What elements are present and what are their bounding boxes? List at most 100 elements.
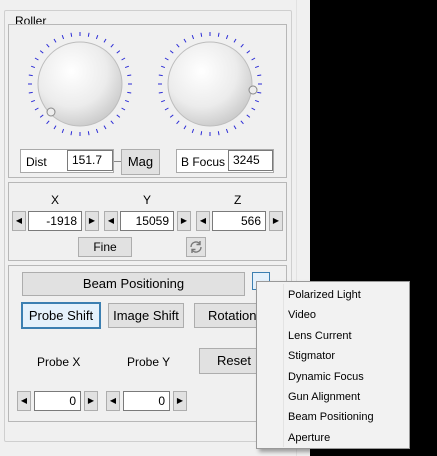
knob-tick [95, 128, 99, 134]
knob-tick [116, 114, 121, 118]
y-increment-button[interactable]: ▶ [177, 211, 191, 231]
knob-tick [124, 65, 130, 69]
mag-button[interactable]: Mag [121, 149, 160, 175]
knob-tick [176, 120, 180, 125]
knob-tick [200, 131, 203, 136]
knob-indicator [248, 85, 258, 95]
knob-tick [233, 38, 237, 43]
knob-tick [53, 125, 57, 130]
y-decrement-button[interactable]: ◀ [104, 211, 118, 231]
probe-x-label: Probe X [37, 355, 81, 369]
knob-tick [169, 114, 174, 118]
knob-tick [233, 125, 237, 130]
menu-item-polarized-light[interactable]: Polarized Light [288, 289, 361, 301]
knob-tick [39, 50, 44, 54]
menu-item-lens-current[interactable]: Lens Current [288, 330, 352, 342]
knob-tick [254, 65, 260, 69]
knob-tick [254, 99, 260, 103]
dist-knob[interactable] [26, 30, 134, 138]
menu-item-gun-alignment[interactable]: Gun Alignment [288, 391, 360, 403]
knob-tick [110, 120, 114, 125]
knob-tick [176, 43, 180, 48]
menu-item-video[interactable]: Video [288, 309, 316, 321]
knob-tick [240, 43, 244, 48]
knob-tick [164, 57, 169, 61]
knob-tick [61, 34, 65, 40]
probe-y-decrement-button[interactable]: ◀ [106, 391, 120, 411]
knob-tick [28, 74, 33, 77]
right-arrow-icon: ▶ [176, 396, 184, 405]
knob-tick [127, 74, 132, 77]
menu-item-stigmator[interactable]: Stigmator [288, 350, 335, 362]
tab-probe-shift[interactable]: Probe Shift [21, 302, 101, 329]
knob-tick [87, 32, 90, 37]
knob-tick [127, 91, 132, 94]
knob-tick [158, 91, 163, 94]
z-axis-label: Z [234, 193, 242, 207]
knob-tick [70, 131, 73, 136]
x-decrement-button[interactable]: ◀ [12, 211, 26, 231]
knob-tick [191, 128, 195, 134]
z-increment-button[interactable]: ▶ [269, 211, 283, 231]
context-menu: Polarized Light Video Lens Current Stigm… [256, 281, 410, 449]
probe-x-input[interactable]: 0 [34, 391, 81, 411]
knob-tick [39, 114, 44, 118]
z-position-input[interactable]: 566 [212, 211, 266, 231]
knob-tick [217, 32, 220, 37]
x-increment-button[interactable]: ▶ [85, 211, 99, 231]
menu-item-aperture[interactable]: Aperture [288, 432, 330, 444]
knob-tick [158, 74, 163, 77]
menu-gutter [283, 284, 284, 447]
left-arrow-icon: ◀ [20, 396, 28, 405]
probe-x-increment-button[interactable]: ▶ [84, 391, 98, 411]
knob-tick [183, 38, 187, 43]
dist-input[interactable]: 151.7 [67, 150, 113, 171]
bfocus-input[interactable]: 3245 [228, 150, 273, 171]
knob-tick [103, 38, 107, 43]
knob-tick [251, 107, 256, 111]
knob-tick [34, 57, 39, 61]
x-position-input[interactable]: -1918 [28, 211, 82, 231]
knob-tick [246, 50, 251, 54]
knob-tick [240, 120, 244, 125]
z-decrement-button[interactable]: ◀ [196, 211, 210, 231]
beam-positioning-button[interactable]: Beam Positioning [22, 272, 245, 296]
fine-button[interactable]: Fine [78, 237, 132, 257]
probe-y-input[interactable]: 0 [123, 391, 170, 411]
knob-tick [164, 107, 169, 111]
knob-tick [103, 125, 107, 130]
y-position-input[interactable]: 15059 [120, 211, 174, 231]
knob-tick [61, 128, 65, 134]
knob-tick [30, 65, 36, 69]
knob-indicator [46, 107, 56, 117]
knob-tick [46, 43, 50, 48]
right-arrow-icon: ▶ [272, 216, 280, 225]
refresh-button[interactable] [186, 237, 206, 257]
menu-item-dynamic-focus[interactable]: Dynamic Focus [288, 371, 364, 383]
knob-tick [46, 120, 50, 125]
refresh-icon [190, 241, 202, 253]
tab-rotation[interactable]: Rotation [194, 303, 258, 328]
probe-y-label: Probe Y [127, 355, 171, 369]
menu-item-beam-positioning[interactable]: Beam Positioning [288, 411, 374, 423]
knob-tick [257, 91, 262, 94]
knob-tick [191, 34, 195, 40]
knob-tick [246, 114, 251, 118]
knob-tick [87, 131, 90, 136]
knob-tick [225, 128, 229, 134]
knob-tick [110, 43, 114, 48]
right-arrow-icon: ▶ [180, 216, 188, 225]
knob-tick [217, 131, 220, 136]
knob-tick [53, 38, 57, 43]
right-arrow-icon: ▶ [87, 396, 95, 405]
tab-image-shift[interactable]: Image Shift [108, 303, 184, 328]
knob-tick [169, 50, 174, 54]
knob-tick [257, 74, 262, 77]
knob-tick [160, 65, 166, 69]
bfocus-knob[interactable] [156, 30, 264, 138]
probe-y-increment-button[interactable]: ▶ [173, 391, 187, 411]
probe-x-decrement-button[interactable]: ◀ [17, 391, 31, 411]
knob-tick [225, 34, 229, 40]
knob-tick [70, 32, 73, 37]
knob-tick [124, 99, 130, 103]
